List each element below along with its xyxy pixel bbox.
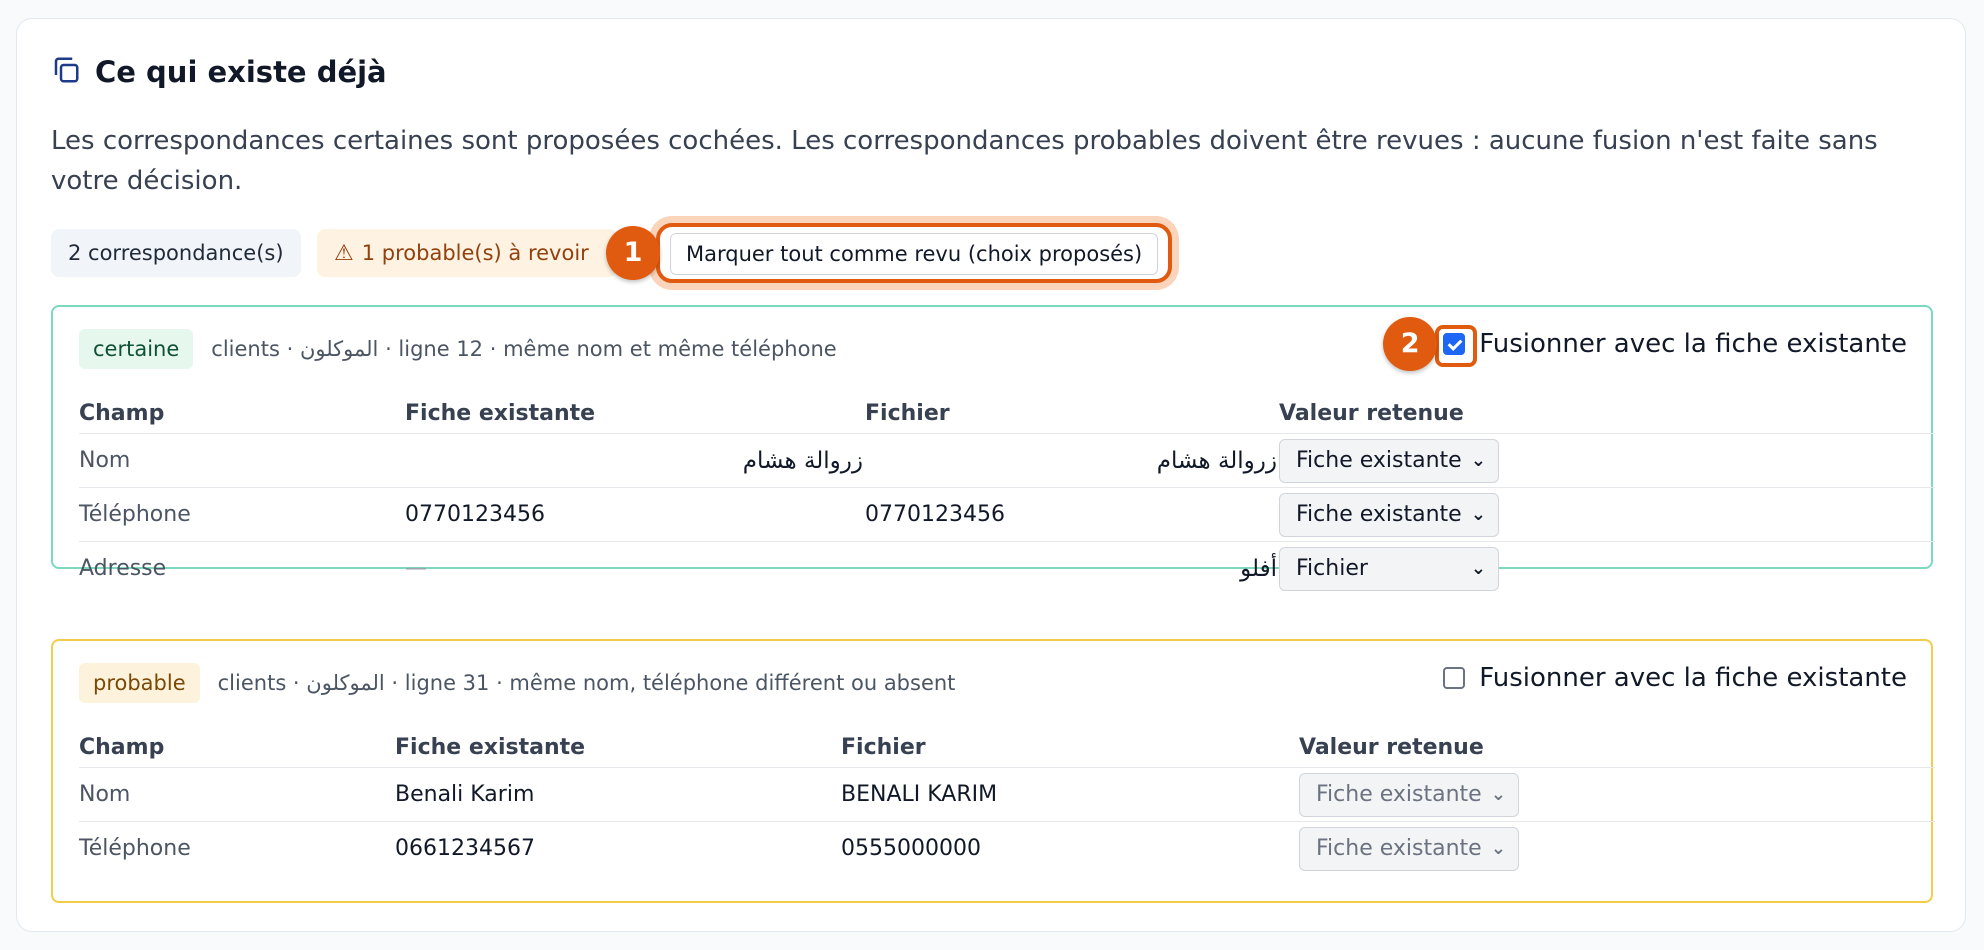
table-row: Nom زروالة هشام زروالة هشام Fiche exista… xyxy=(79,433,1935,488)
merge-toggle[interactable]: 2 Fusionner avec la fiche existante xyxy=(1383,317,1907,371)
kept-value-selected: Fiche existante xyxy=(1296,448,1462,473)
existing-value: Benali Karim xyxy=(395,767,841,822)
table-row: Téléphone 0770123456 0770123456 Fiche ex… xyxy=(79,487,1935,542)
warning-icon: ⚠ xyxy=(334,241,354,266)
certainty-tag: certaine xyxy=(79,329,194,369)
match-group-header: probable clients · الموكلون · ligne 31 ·… xyxy=(79,663,955,703)
chevron-down-icon: ⌄ xyxy=(1490,784,1506,805)
section-header: Ce qui existe déjà xyxy=(51,55,387,89)
kept-value-cell: Fiche existante ⌄ xyxy=(1299,822,1935,876)
merge-label: Fusionner avec la fiche existante xyxy=(1479,663,1907,693)
field-name: Téléphone xyxy=(79,487,405,542)
table-row: Adresse — أفلو Fichier ⌄ xyxy=(79,542,1935,596)
certainty-tag: probable xyxy=(79,663,200,703)
existing-value: — xyxy=(405,556,427,581)
chevron-down-icon: ⌄ xyxy=(1470,504,1486,525)
mark-all-reviewed-button[interactable]: Marquer tout comme revu (choix proposés) xyxy=(670,233,1159,275)
copy-icon xyxy=(51,55,81,89)
kept-value-select[interactable]: Fiche existante ⌄ xyxy=(1299,826,1519,871)
kept-value-select[interactable]: Fichier ⌄ xyxy=(1279,546,1499,591)
kept-value-selected: Fiche existante xyxy=(1316,782,1482,807)
field-name: Nom xyxy=(79,767,395,822)
comparison-table: Champ Fiche existante Fichier Valeur ret… xyxy=(79,727,1935,875)
existing-value: زروالة هشام xyxy=(405,433,865,488)
field-name: Nom xyxy=(79,433,405,488)
section-intro: Les correspondances certaines sont propo… xyxy=(51,126,1878,196)
chevron-down-icon: ⌄ xyxy=(1490,838,1506,859)
match-group-header: certaine clients · الموكلون · ligne 12 ·… xyxy=(79,329,837,369)
file-value: 0555000000 xyxy=(841,836,981,861)
column-header-kept: Valeur retenue xyxy=(1299,727,1935,768)
kept-value-selected: Fiche existante xyxy=(1296,502,1462,527)
existing-value: 0661234567 xyxy=(395,836,535,861)
column-header-existing: Fiche existante xyxy=(405,393,865,434)
column-header-file: Fichier xyxy=(865,393,1279,434)
chevron-down-icon: ⌄ xyxy=(1470,558,1486,579)
kept-value-selected: Fiche existante xyxy=(1316,836,1482,861)
match-group-certain: certaine clients · الموكلون · ligne 12 ·… xyxy=(51,305,1935,591)
kept-value-select[interactable]: Fiche existante ⌄ xyxy=(1299,772,1519,817)
file-value: 0770123456 xyxy=(865,487,1279,542)
match-meta: clients · الموكلون · ligne 12 · même nom… xyxy=(211,337,837,361)
kept-value-cell: Fiche existante ⌄ xyxy=(1299,767,1935,822)
table-header-row: Champ Fiche existante Fichier Valeur ret… xyxy=(79,393,1935,434)
merge-toggle[interactable]: Fusionner avec la fiche existante xyxy=(1443,663,1907,693)
column-header-field: Champ xyxy=(79,727,395,768)
annotation-marker-1: 1 xyxy=(606,226,660,280)
match-meta: clients · الموكلون · ligne 31 · même nom… xyxy=(217,671,956,695)
existing-value: 0770123456 xyxy=(405,487,865,542)
field-name: Téléphone xyxy=(79,836,191,861)
merge-checkbox[interactable] xyxy=(1443,333,1466,355)
column-header-file: Fichier xyxy=(841,727,1299,768)
table-row: Nom Benali Karim BENALI KARIM Fiche exis… xyxy=(79,767,1935,822)
probable-count-label: 1 probable(s) à revoir xyxy=(361,241,589,265)
file-value: أفلو xyxy=(1240,555,1277,582)
table-header-row: Champ Fiche existante Fichier Valeur ret… xyxy=(79,727,1935,768)
column-header-existing: Fiche existante xyxy=(395,727,841,768)
kept-value-cell: Fiche existante ⌄ xyxy=(1279,433,1935,488)
merge-checkbox-wrapper: 2 xyxy=(1383,317,1478,371)
column-header-kept: Valeur retenue xyxy=(1279,393,1935,434)
chevron-down-icon: ⌄ xyxy=(1470,450,1486,471)
kept-value-select[interactable]: Fiche existante ⌄ xyxy=(1279,492,1499,537)
merge-label: Fusionner avec la fiche existante xyxy=(1479,329,1907,359)
annotation-marker-2: 2 xyxy=(1383,317,1438,371)
kept-value-selected: Fichier xyxy=(1296,556,1368,581)
file-value: زروالة هشام xyxy=(865,433,1279,488)
section-title: Ce qui existe déjà xyxy=(95,55,387,89)
column-header-field: Champ xyxy=(79,393,405,434)
kept-value-select[interactable]: Fiche existante ⌄ xyxy=(1279,438,1499,483)
matches-count-badge: 2 correspondance(s) xyxy=(51,229,301,277)
kept-value-cell: Fichier ⌄ xyxy=(1279,542,1935,596)
field-name: Adresse xyxy=(79,556,167,581)
mark-all-reviewed-highlight: Marquer tout comme revu (choix proposés) xyxy=(656,223,1173,283)
kept-value-cell: Fiche existante ⌄ xyxy=(1279,487,1935,542)
probable-count-badge: ⚠ 1 probable(s) à revoir xyxy=(317,229,617,277)
match-group-probable: probable clients · الموكلون · ligne 31 ·… xyxy=(51,639,1935,903)
comparison-table: Champ Fiche existante Fichier Valeur ret… xyxy=(79,393,1935,595)
existing-records-card: Ce qui existe déjà Les correspondances c… xyxy=(16,18,1966,932)
table-row: Téléphone 0661234567 0555000000 Fiche ex… xyxy=(79,822,1935,876)
file-value: BENALI KARIM xyxy=(841,767,1299,822)
merge-checkbox[interactable] xyxy=(1443,667,1466,689)
